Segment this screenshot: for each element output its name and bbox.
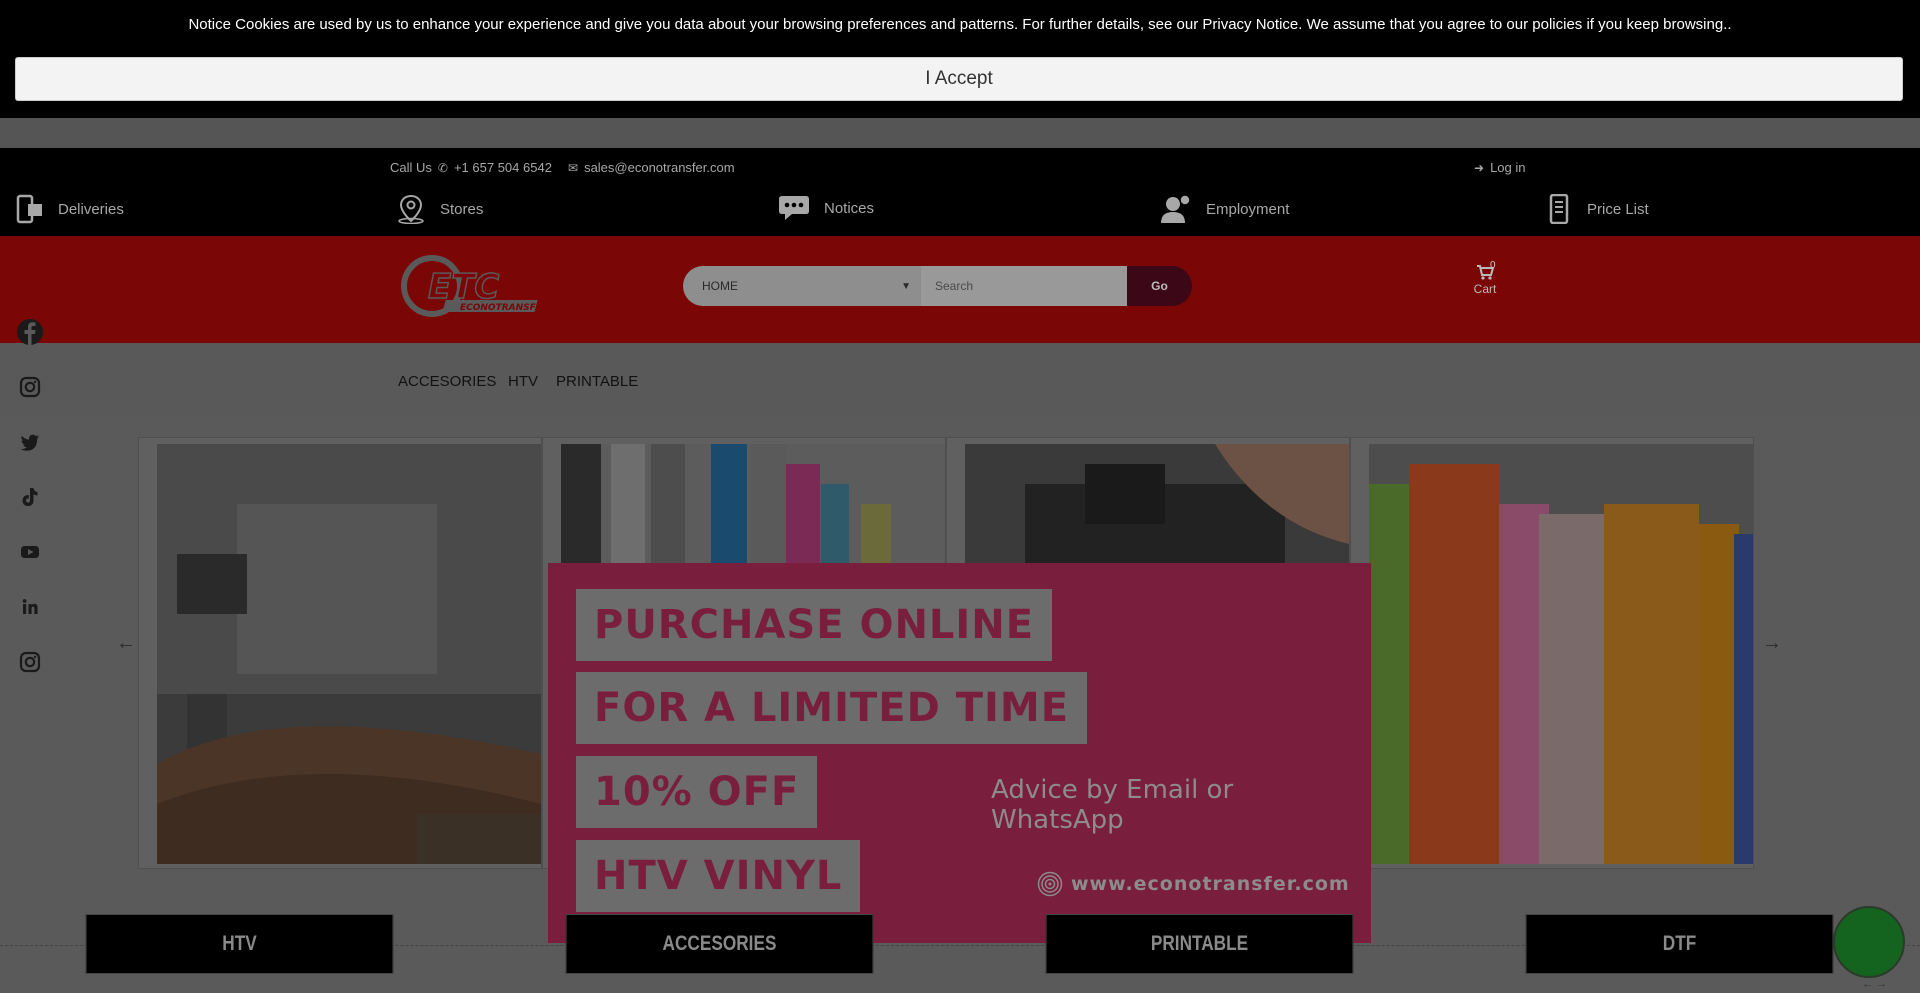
nav-item-printable[interactable]: PRINTABLE <box>556 373 638 390</box>
carousel-slide[interactable] <box>1350 437 1754 869</box>
nav-item-htv[interactable]: HTV <box>508 373 538 390</box>
banner-strip <box>0 118 1920 148</box>
carousel-prev-arrow[interactable]: ← <box>116 632 136 655</box>
category-select[interactable]: HOME ▼ <box>683 266 921 306</box>
main-nav: ACCESORIES HTV PRINTABLE <box>0 343 1920 423</box>
scroll-arrows-icon: ← → <box>1862 978 1888 990</box>
map-pin-icon <box>398 194 424 224</box>
document-price-icon <box>1549 194 1569 224</box>
promo-website[interactable]: www.econotransfer.com <box>1037 871 1350 897</box>
promo-line-3: 10% OFF <box>576 756 818 828</box>
category-select-value: HOME <box>702 279 738 293</box>
promo-line-1: PURCHASE ONLINE <box>576 589 1053 661</box>
linkedin-icon[interactable] <box>16 593 44 621</box>
facebook-icon[interactable] <box>16 318 44 346</box>
cart-count-badge: 0 <box>1490 260 1496 271</box>
phone-number[interactable]: +1 657 504 6542 <box>454 160 552 175</box>
quick-link-deliveries[interactable]: Deliveries <box>16 194 124 224</box>
login-label[interactable]: Log in <box>1490 160 1525 175</box>
promo-line-4: HTV VINYL <box>576 840 861 912</box>
whatsapp-chat-button[interactable] <box>1833 906 1905 978</box>
instagram-icon[interactable] <box>16 373 44 401</box>
quick-link-label: Price List <box>1587 200 1649 218</box>
spiral-logo-icon <box>1037 871 1063 897</box>
sign-in-icon: ➜ <box>1474 160 1485 175</box>
category-dtf-button[interactable]: DTF <box>1525 914 1834 974</box>
search-go-button[interactable]: Go <box>1127 266 1192 306</box>
cookie-banner: Notice Cookies are used by us to enhance… <box>0 0 1920 118</box>
envelope-icon: ✉ <box>568 160 579 175</box>
search-bar: HOME ▼ Search Go <box>683 266 1192 306</box>
promo-advice-text: Advice by Email or WhatsApp <box>991 775 1234 835</box>
category-accesories-button[interactable]: ACCESORIES <box>565 914 874 974</box>
chat-bubble-icon <box>779 196 809 220</box>
cookie-notice-text: Notice Cookies are used by us to enhance… <box>188 16 1732 33</box>
category-printable-button[interactable]: PRINTABLE <box>1045 914 1354 974</box>
svg-text:ECONOTRANSFER: ECONOTRANSFER <box>460 303 549 313</box>
quick-link-label: Notices <box>824 199 875 217</box>
nav-item-accesories[interactable]: ACCESORIES <box>398 373 496 390</box>
promo-line-2: FOR A LIMITED TIME <box>576 672 1088 744</box>
site-logo[interactable]: ETC ECONOTRANSFER <box>398 254 553 324</box>
category-htv-button[interactable]: HTV <box>85 914 394 974</box>
carousel-slide[interactable] <box>138 437 542 869</box>
cart-button[interactable]: 0 Cart <box>1470 260 1500 296</box>
quick-link-price-list[interactable]: Price List <box>1545 194 1649 224</box>
carousel-next-arrow[interactable]: → <box>1762 632 1782 655</box>
social-sidebar <box>16 318 44 703</box>
youtube-icon[interactable] <box>16 538 44 566</box>
tiktok-icon[interactable] <box>16 483 44 511</box>
instagram-icon[interactable] <box>16 648 44 676</box>
quick-link-employment[interactable]: Employment <box>1160 194 1289 224</box>
top-info-bar: Call Us ✆ +1 657 504 6542 ✉ sales@econot… <box>0 148 1920 236</box>
search-input[interactable]: Search <box>921 266 1127 306</box>
promo-popup[interactable]: PURCHASE ONLINE FOR A LIMITED TIME 10% O… <box>548 563 1371 943</box>
login-link[interactable]: ➜ Log in <box>1474 160 1525 175</box>
accept-cookies-button[interactable]: I Accept <box>15 57 1903 101</box>
category-buttons: HTV ACCESORIES PRINTABLE DTF <box>0 914 1920 974</box>
email-address[interactable]: sales@econotransfer.com <box>584 160 735 175</box>
cart-label: Cart <box>1473 282 1497 296</box>
email-contact[interactable]: ✉ sales@econotransfer.com <box>568 160 735 175</box>
quick-link-label: Stores <box>440 200 484 218</box>
phone-icon: ✆ <box>437 160 448 175</box>
quick-link-notices[interactable]: Notices <box>778 194 874 222</box>
call-us[interactable]: Call Us ✆ +1 657 504 6542 <box>390 160 552 175</box>
quick-link-label: Employment <box>1206 200 1290 218</box>
printer-image <box>157 444 541 864</box>
promo-website-text: www.econotransfer.com <box>1071 873 1350 895</box>
vinyl-rolls-image <box>1369 444 1753 864</box>
main-header: ETC ECONOTRANSFER HOME ▼ Search Go 0 Car… <box>0 236 1920 343</box>
twitter-icon[interactable] <box>16 428 44 456</box>
chevron-down-icon: ▼ <box>901 280 911 292</box>
employee-icon <box>1161 194 1191 223</box>
quick-link-stores[interactable]: Stores <box>396 194 483 224</box>
call-us-label: Call Us <box>390 160 432 175</box>
delivery-phone-icon <box>16 194 42 224</box>
quick-link-label: Deliveries <box>58 200 124 218</box>
